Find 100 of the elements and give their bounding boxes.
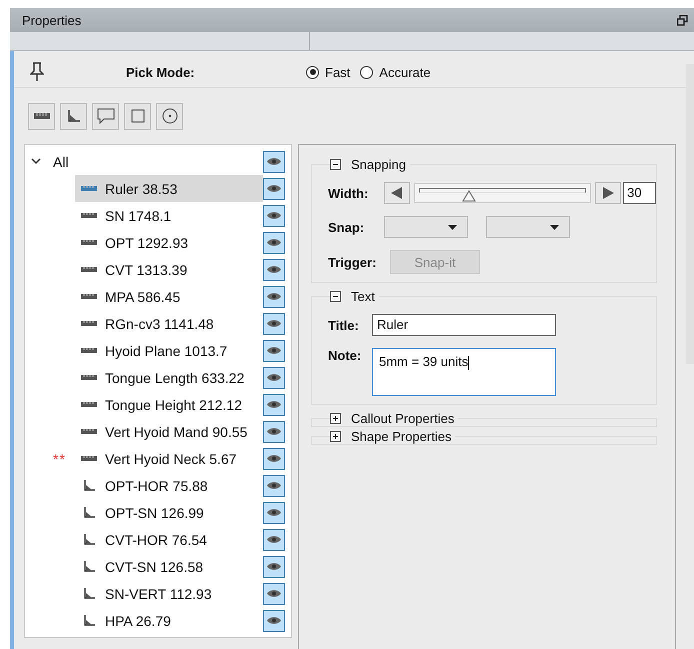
ruler-icon	[81, 375, 97, 380]
ruler-icon	[81, 240, 97, 245]
speech-bubble-icon	[96, 108, 114, 124]
eye-icon	[267, 535, 281, 544]
ruler-icon	[81, 267, 97, 272]
visibility-eye-button[interactable]	[263, 448, 285, 470]
tree-item[interactable]: OPT 1292.93	[75, 229, 263, 256]
visibility-eye-button[interactable]	[263, 286, 285, 308]
eye-icon	[267, 238, 281, 247]
tree-item[interactable]: All	[53, 154, 69, 170]
eye-icon	[267, 211, 281, 220]
toggle-icon[interactable]	[330, 413, 341, 424]
angle-icon	[68, 110, 80, 122]
tree-item[interactable]: CVT 1313.39	[75, 256, 263, 283]
tree-item[interactable]: Tongue Length 633.22	[75, 364, 263, 391]
angle-icon	[84, 480, 95, 491]
circle-tool-button[interactable]	[156, 102, 183, 130]
tree-item[interactable]: Tongue Height 212.12	[75, 391, 263, 418]
eye-icon	[267, 508, 281, 517]
visibility-eye-button[interactable]	[263, 556, 285, 578]
increase-button[interactable]	[595, 182, 622, 204]
angle-icon	[84, 588, 95, 599]
eye-icon	[267, 373, 281, 382]
angle-icon	[84, 534, 95, 545]
eye-icon	[267, 319, 281, 328]
section-title: Snapping	[351, 157, 406, 172]
warning-marker: **	[53, 450, 66, 466]
angle-icon	[84, 507, 95, 518]
toggle-icon[interactable]	[330, 431, 341, 442]
tree-item[interactable]: SN-VERT 112.93	[75, 580, 263, 607]
visibility-eye-button[interactable]	[263, 502, 285, 524]
title-input[interactable]: Ruler	[372, 314, 556, 336]
eye-icon	[267, 454, 281, 463]
ruler-icon	[81, 186, 97, 191]
circle-icon	[162, 108, 178, 124]
pick-mode-label: Pick Mode:	[126, 64, 196, 80]
section-title: Shape Properties	[351, 429, 452, 444]
note-input[interactable]: 5mm = 39 units	[372, 348, 556, 396]
visibility-eye-button[interactable]	[263, 474, 285, 496]
pin-icon[interactable]	[30, 62, 44, 82]
visibility-eye-button[interactable]	[263, 528, 285, 550]
square-icon	[130, 109, 144, 123]
ruler-icon	[81, 348, 97, 353]
visibility-eye-button[interactable]	[263, 312, 285, 334]
caret-icon	[448, 224, 457, 230]
tree-item[interactable]: Hyoid Plane 1013.7	[75, 337, 263, 364]
eye-icon	[267, 481, 281, 490]
visibility-eye-button[interactable]	[263, 232, 285, 254]
field-label: Width:	[328, 186, 370, 200]
slider-thumb[interactable]	[462, 190, 476, 202]
toggle-icon[interactable]	[330, 291, 341, 302]
ruler-icon	[34, 113, 50, 119]
tree-item[interactable]: OPT-HOR 75.88	[75, 472, 263, 499]
visibility-eye-button[interactable]	[263, 150, 285, 172]
section-title: Callout Properties	[351, 411, 454, 426]
tree-item[interactable]: CVT-HOR 76.54	[75, 526, 263, 553]
callout-tool-button[interactable]	[92, 102, 119, 130]
window-title: Properties	[22, 12, 82, 28]
tree-item[interactable]: Vert Hyoid Mand 90.55	[75, 418, 263, 445]
restore-icon[interactable]	[677, 14, 688, 26]
visibility-eye-button[interactable]	[263, 204, 285, 226]
eye-icon	[267, 184, 281, 193]
radio-option[interactable]: Fast	[306, 64, 350, 80]
tree-item[interactable]: RGn-cv3 1141.48	[75, 310, 263, 337]
tree-item[interactable]: Ruler 38.53	[75, 175, 263, 202]
width-input[interactable]: 30	[623, 182, 656, 204]
width-slider[interactable]	[414, 183, 592, 203]
eye-icon	[267, 265, 281, 274]
angle-icon	[84, 561, 95, 572]
visibility-eye-button[interactable]	[263, 258, 285, 280]
visibility-eye-button[interactable]	[263, 420, 285, 442]
radio-option[interactable]: Accurate	[360, 64, 431, 80]
eye-icon	[267, 589, 281, 598]
left-triangle-icon	[390, 187, 403, 199]
toggle-icon[interactable]	[330, 159, 341, 170]
angle-tool-button[interactable]	[60, 102, 87, 130]
rectangle-tool-button[interactable]	[124, 102, 151, 130]
visibility-eye-button[interactable]	[263, 610, 285, 632]
eye-icon	[267, 616, 281, 625]
eye-icon	[267, 157, 281, 166]
ruler-icon	[81, 429, 97, 434]
chevron-icon[interactable]	[31, 158, 41, 165]
visibility-eye-button[interactable]	[263, 582, 285, 604]
eye-icon	[267, 562, 281, 571]
tree-item[interactable]: OPT-SN 126.99	[75, 499, 263, 526]
visibility-eye-button[interactable]	[263, 178, 285, 200]
visibility-eye-button[interactable]	[263, 340, 285, 362]
visibility-eye-button[interactable]	[263, 394, 285, 416]
tree-item[interactable]: CVT-SN 126.58	[75, 553, 263, 580]
visibility-eye-button[interactable]	[263, 366, 285, 388]
ruler-icon	[81, 402, 97, 407]
decrease-button[interactable]	[384, 182, 410, 204]
ruler-icon	[81, 321, 97, 326]
tree-item[interactable]: HPA 26.79	[75, 607, 263, 634]
tree-item[interactable]: SN 1748.1	[75, 202, 263, 229]
field-label: Title:	[328, 318, 360, 332]
angle-icon	[84, 615, 95, 626]
right-triangle-icon	[602, 187, 614, 199]
ruler-tool-button[interactable]	[28, 102, 55, 130]
tree-item[interactable]: MPA 586.45	[75, 283, 263, 310]
